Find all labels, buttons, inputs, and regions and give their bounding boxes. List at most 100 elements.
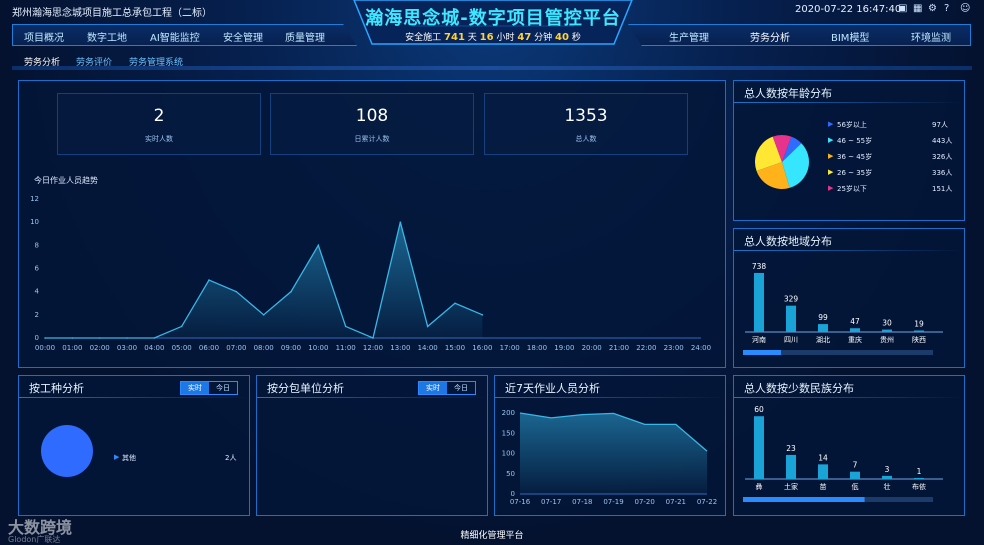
nav-item-production[interactable]: 生产管理 xyxy=(669,29,709,44)
nav-item-ai-monitor[interactable]: AI智能监控 xyxy=(150,29,200,44)
x-tick-label: 05:00 xyxy=(172,344,192,352)
nav-item-quality[interactable]: 质量管理 xyxy=(285,29,325,44)
legend-marker-icon: ▶ xyxy=(828,136,834,144)
y-tick-label: 100 xyxy=(502,450,515,458)
today-button[interactable]: 今日 xyxy=(447,382,475,394)
x-tick-label: 07-22 xyxy=(697,498,717,506)
x-tick-label: 16:00 xyxy=(472,344,492,352)
scrollbar-thumb xyxy=(743,497,865,502)
bar-value-label: 1 xyxy=(917,467,922,476)
y-tick-label: 4 xyxy=(35,288,40,296)
trade-legend-label: 其他 xyxy=(122,454,136,462)
trend-point xyxy=(426,325,429,328)
x-tick-label: 02:00 xyxy=(90,344,110,352)
stat-label: 实时人数 xyxy=(145,135,173,143)
category-label: 土家 xyxy=(784,482,798,491)
x-tick-label: 23:00 xyxy=(664,344,684,352)
safe-hours: 16 xyxy=(479,32,494,43)
bar-value-label: 30 xyxy=(882,319,892,328)
bar xyxy=(850,328,860,332)
nav-item-overview[interactable]: 项目概况 xyxy=(24,29,64,44)
age-legend-label: 25岁以下 xyxy=(837,185,867,193)
x-tick-label: 01:00 xyxy=(62,344,82,352)
monitor-icon[interactable]: ▣ xyxy=(898,3,907,14)
help-icon[interactable]: ? xyxy=(944,3,949,14)
trend-chart: 0 2 4 6 8 10 12 00:00 01:00 02:00 03:00 04:00 05:00 0… xyxy=(30,195,711,352)
bar xyxy=(850,471,860,479)
title-underline xyxy=(734,102,964,103)
bar-value-label: 329 xyxy=(784,295,799,304)
category-label: 壮 xyxy=(884,482,891,491)
x-tick-label: 07-17 xyxy=(541,498,561,506)
x-tick-label: 17:00 xyxy=(500,344,520,352)
title-box: 瀚海思念城-数字项目管控平台 安全施工 741 天 16 小时 47 分钟 40… xyxy=(352,0,634,46)
nav-item-environment[interactable]: 环境监测 xyxy=(911,29,951,44)
age-legend-value: 336人 xyxy=(932,169,953,177)
category-label: 重庆 xyxy=(848,335,862,344)
bar xyxy=(882,329,892,332)
trend-area xyxy=(45,222,483,338)
week-area-chart: 0 50 100 150 200 07-16 07-17 07-18 07-19 07-20 07-… xyxy=(502,409,718,506)
safety-counter: 安全施工 741 天 16 小时 47 分钟 40 秒 xyxy=(352,30,634,43)
trend-point xyxy=(153,337,156,339)
age-legend-label: 56岁以上 xyxy=(837,121,867,129)
trend-point xyxy=(44,337,46,339)
nav-item-safety[interactable]: 安全管理 xyxy=(223,29,263,44)
bar xyxy=(754,416,764,479)
trade-pie-slice xyxy=(41,425,93,477)
trend-point xyxy=(98,337,101,339)
grid-icon[interactable]: ▦ xyxy=(913,3,922,14)
user-icon[interactable]: ☺ xyxy=(960,3,970,14)
age-legend-label: 36 ~ 45岁 xyxy=(837,153,873,161)
trend-point xyxy=(262,314,265,316)
title-underline xyxy=(734,397,964,398)
bar-value-label: 7 xyxy=(853,461,858,470)
x-tick-label: 12:00 xyxy=(363,344,383,352)
panel-title: 总人数按年龄分布 xyxy=(744,87,832,100)
trend-title: 今日作业人员趋势 xyxy=(34,176,98,185)
trend-point xyxy=(180,325,183,328)
category-label: 陕西 xyxy=(912,335,926,344)
subunit-panel: 按分包单位分析 xyxy=(256,375,488,516)
nav-item-bim[interactable]: BIM模型 xyxy=(831,29,869,44)
x-tick-label: 07-16 xyxy=(510,498,531,506)
x-tick-label: 13:00 xyxy=(390,344,410,352)
age-legend-value: 326人 xyxy=(932,153,953,161)
panel-title: 按工种分析 xyxy=(29,382,84,395)
page-title: 瀚海思念城-数字项目管控平台 xyxy=(365,8,621,29)
y-tick-label: 12 xyxy=(30,195,39,203)
category-label: 布依 xyxy=(912,482,926,491)
today-button[interactable]: 今日 xyxy=(209,382,237,394)
bar-value-label: 19 xyxy=(914,319,924,328)
nav-item-digital-site[interactable]: 数字工地 xyxy=(87,29,127,44)
settings-icon[interactable]: ⚙ xyxy=(928,3,937,14)
bar xyxy=(786,454,796,479)
y-tick-label: 2 xyxy=(35,311,39,319)
trade-toggle: 实时 今日 xyxy=(180,381,238,395)
legend-marker-icon: ▶ xyxy=(828,168,834,176)
age-pie-chart xyxy=(755,135,809,189)
trend-point xyxy=(290,290,292,293)
x-tick-label: 19:00 xyxy=(554,344,574,352)
category-label: 河南 xyxy=(752,335,766,344)
legend-marker-icon: ▶ xyxy=(828,184,834,192)
nav-item-labor[interactable]: 劳务分析 xyxy=(750,29,790,44)
realtime-button[interactable]: 实时 xyxy=(419,382,447,394)
region-bar-chart: 738 河南 329 四川 99 湖北 47 重庆 30 贵州 19 陕西 xyxy=(743,262,943,355)
trend-point xyxy=(481,314,484,316)
x-tick-label: 08:00 xyxy=(254,344,274,352)
realtime-button[interactable]: 实时 xyxy=(181,382,209,394)
category-label: 四川 xyxy=(784,336,798,344)
safe-second-unit: 秒 xyxy=(571,33,581,43)
y-tick-label: 150 xyxy=(502,429,515,437)
x-tick-label: 07:00 xyxy=(226,344,246,352)
safe-days: 741 xyxy=(444,32,465,43)
age-legend-value: 443人 xyxy=(932,137,953,145)
safe-minute-unit: 分钟 xyxy=(534,33,553,43)
stat-total: 1353 总人数 xyxy=(484,93,688,155)
bar-value-label: 23 xyxy=(786,444,796,453)
x-tick-label: 21:00 xyxy=(609,344,629,352)
week-area xyxy=(520,413,707,494)
category-label: 苗 xyxy=(820,483,827,491)
stat-value: 2 xyxy=(153,106,165,126)
